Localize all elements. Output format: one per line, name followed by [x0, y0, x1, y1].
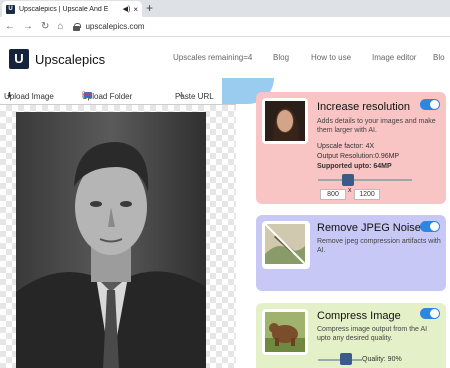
upload-toolbar: Upload Image Upload Folder Pro Paste URL: [0, 88, 236, 102]
image-canvas[interactable]: [0, 104, 236, 368]
compress-image-title: Compress Image: [317, 310, 401, 322]
remove-jpeg-noise-toggle[interactable]: [420, 221, 440, 232]
lock-icon: [73, 22, 82, 31]
increase-resolution-toggle[interactable]: [420, 99, 440, 110]
remove-jpeg-noise-title: Remove JPEG Noise: [317, 222, 421, 234]
nav-how-to-use[interactable]: How to use: [311, 53, 351, 62]
new-tab-button[interactable]: +: [146, 1, 153, 15]
supported-upto: Supported upto: 64MP: [317, 163, 392, 170]
upload-image-label: Upload Image: [4, 92, 54, 101]
dimension-separator: x: [348, 187, 352, 194]
compress-image-card: Compress Image Compress image output fro…: [256, 303, 446, 368]
portrait-thumbnail: [262, 98, 308, 144]
url-text: upscalepics.com: [85, 22, 145, 31]
speaker-icon[interactable]: ◀): [123, 5, 131, 13]
nav-image-editor[interactable]: Image editor: [372, 53, 416, 62]
upscale-slider-track[interactable]: [318, 179, 412, 181]
nav-blog[interactable]: Blog: [273, 53, 289, 62]
increase-resolution-desc: Adds details to your images and make the…: [317, 118, 436, 134]
bear-thumbnail: [262, 309, 308, 355]
browser-tab[interactable]: U Upscalepics | Upscale And E ◀) ×: [2, 1, 142, 17]
site-header: U Upscalepics Upscales remaining=4 Blog …: [0, 38, 450, 78]
nav-upscales-remaining: Upscales remaining=4: [173, 53, 253, 62]
quality-value: Quality: 90%: [362, 356, 402, 363]
compress-image-toggle[interactable]: [420, 308, 440, 319]
home-icon[interactable]: ⌂: [57, 21, 63, 32]
uploaded-photo: [16, 112, 206, 368]
nav-blog-2[interactable]: Blo: [433, 53, 445, 62]
url-field[interactable]: upscalepics.com: [73, 22, 145, 31]
favicon-icon: U: [6, 4, 15, 14]
width-input[interactable]: 800: [320, 189, 346, 200]
increase-resolution-card: Increase resolution Adds details to your…: [256, 92, 446, 204]
jpeg-thumbnail: [262, 221, 310, 269]
browser-tab-bar: U Upscalepics | Upscale And E ◀) × +: [0, 0, 450, 17]
height-input[interactable]: 1200: [354, 189, 380, 200]
close-tab-icon[interactable]: ×: [133, 5, 138, 14]
brand-name[interactable]: Upscalepics: [35, 52, 105, 67]
tab-title: Upscalepics | Upscale And E: [19, 5, 109, 13]
forward-icon[interactable]: →: [23, 21, 33, 32]
quality-slider-knob[interactable]: [340, 353, 352, 365]
reload-icon[interactable]: ↻: [41, 21, 49, 32]
increase-resolution-title: Increase resolution: [317, 101, 410, 113]
logo[interactable]: U: [9, 49, 29, 69]
remove-jpeg-noise-desc: Remove jpeg compression artifacts with A…: [317, 238, 441, 254]
compress-image-desc: Compress image output from the AI upto a…: [317, 326, 428, 342]
back-icon[interactable]: ←: [5, 21, 15, 32]
address-bar-row: ← → ↻ ⌂ upscalepics.com: [0, 17, 450, 37]
upscale-factor: Upscale factor: 4X: [317, 143, 375, 150]
remove-jpeg-noise-card: Remove JPEG Noise Remove jpeg compressio…: [256, 215, 446, 291]
upscale-slider-knob[interactable]: [342, 174, 354, 186]
output-resolution: Output Resolution:0.96MP: [317, 153, 400, 160]
pro-badge: Pro: [82, 92, 92, 98]
